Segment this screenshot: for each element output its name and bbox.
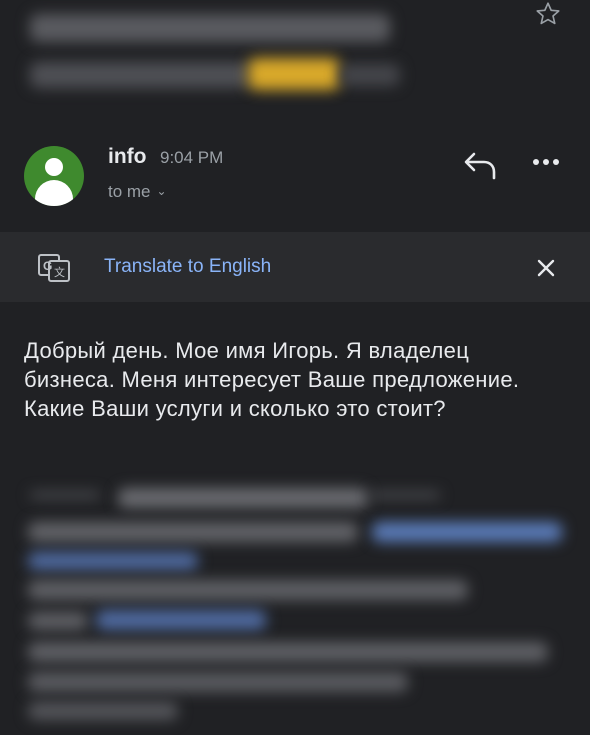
avatar-body: [35, 180, 73, 206]
blurred-text-line: [30, 14, 390, 42]
star-icon[interactable]: [530, 0, 566, 30]
chevron-down-icon: ⌄: [156, 184, 167, 198]
blurred-text-line: [28, 612, 88, 630]
blurred-text-line: [28, 580, 468, 600]
close-translate-button[interactable]: [530, 252, 562, 284]
blurred-text-line: [28, 522, 358, 542]
svg-text:文: 文: [54, 265, 65, 279]
blurred-text-line: [28, 672, 408, 692]
blurred-text-line: [30, 62, 250, 88]
blurred-text-line: [28, 702, 178, 720]
sender-name[interactable]: info: [108, 145, 146, 169]
blurred-text-line: [340, 64, 400, 86]
blurred-text-line: [118, 488, 368, 508]
blurred-text-line: [370, 492, 440, 498]
avatar-head: [45, 158, 63, 176]
blurred-link: [372, 522, 562, 542]
recipient-toggle[interactable]: to me ⌄: [108, 182, 167, 202]
close-icon: [537, 259, 555, 277]
more-options-button[interactable]: [524, 150, 568, 180]
blurred-highlight: [248, 58, 340, 90]
svg-text:G: G: [43, 259, 52, 273]
blurred-link: [96, 610, 266, 630]
google-translate-icon: G 文: [38, 254, 70, 282]
translate-to-english-link[interactable]: Translate to English: [104, 256, 271, 278]
recipient-label: to me: [108, 182, 151, 201]
reply-icon: [464, 152, 496, 180]
quoted-message-blurred: [0, 480, 590, 735]
sender-time: 9:04 PM: [160, 148, 224, 167]
reply-button[interactable]: [460, 148, 504, 184]
previous-message-blurred: [0, 0, 590, 122]
blurred-text-line: [28, 642, 548, 662]
blurred-link: [28, 552, 198, 570]
more-horiz-icon: [533, 159, 559, 165]
blurred-text-line: [30, 492, 100, 498]
translate-bar: G 文 Translate to English: [0, 232, 590, 302]
message-body: Добрый день. Мое имя Игорь. Я владелец б…: [24, 338, 520, 421]
avatar[interactable]: [24, 146, 84, 206]
